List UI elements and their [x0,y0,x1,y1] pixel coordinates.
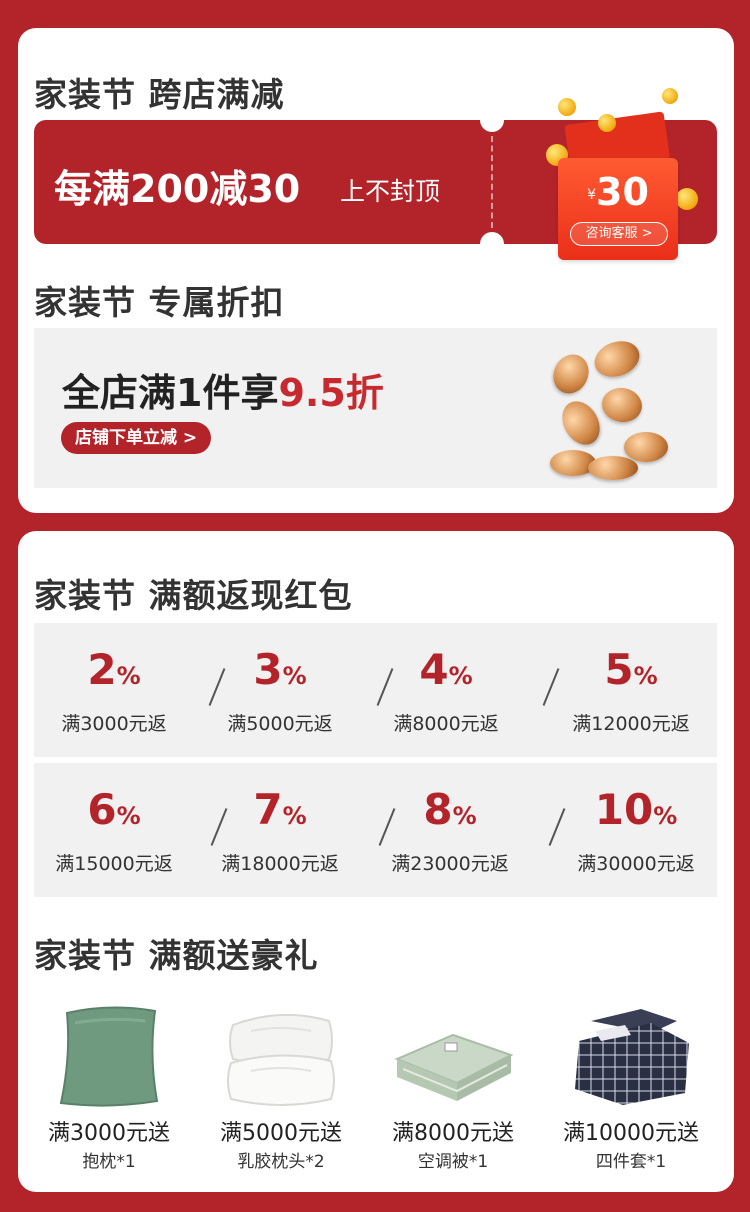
discount-heading: 家装节 专属折扣 [34,283,285,322]
promo-card-bottom: 家装节 满额返现红包 2% 满3000元返 3% 满5000元返 4% 满800… [18,531,734,1192]
gift-condition: 满8000元送 [392,1121,514,1146]
cashback-percent: 10 [594,785,654,834]
cashback-tier: 2% 满3000元返 [34,623,194,757]
cashback-tier: 6% 满15000元返 [34,763,194,897]
cashback-condition: 满23000元返 [391,853,509,875]
cashback-condition: 满15000元返 [55,853,173,875]
percent-sign: % [452,802,477,830]
coupon-main-text: 每满200减30 [54,167,301,211]
consult-service-button[interactable]: 咨询客服 > [570,222,668,246]
gift-item[interactable]: 满8000元送 空调被*1 [368,991,538,1181]
gold-coin-icon [598,114,616,132]
discount-line-prefix: 全店满1件享 [62,371,279,415]
percent-sign: % [448,662,473,690]
cross-store-heading: 家装节 跨店满减 [34,75,285,114]
coupon-notch-bottom [480,232,504,244]
gift-item[interactable]: 满10000元送 四件套*1 [546,991,716,1181]
coin-icon [624,432,668,462]
cashback-percent: 6 [87,785,117,834]
gift-name: 空调被*1 [417,1152,489,1172]
coin-icon [588,456,638,480]
gifts-heading: 家装节 满额送豪礼 [34,936,319,975]
cashback-percent: 7 [253,785,283,834]
percent-sign: % [282,662,307,690]
coin-icon [589,335,645,383]
percent-sign: % [116,662,141,690]
cashback-condition: 满5000元返 [227,713,333,735]
cashback-percent: 8 [423,785,453,834]
coupon-divider [491,136,493,228]
bedding-set-icon [575,1009,689,1105]
gold-coin-icon [662,88,678,104]
falling-coins-icon [524,328,714,488]
order-discount-button[interactable]: 店铺下单立减 > [61,422,212,454]
coupon-sub-text: 上不封顶 [340,177,441,206]
gift-name: 乳胶枕头*2 [237,1152,325,1172]
cashback-percent: 5 [604,645,634,694]
cashback-condition: 满30000元返 [577,853,695,875]
discount-panel: 全店满1件享9.5折 店铺下单立减 > [34,328,717,488]
cashback-percent: 3 [253,645,283,694]
discount-rate: 9.5折 [278,371,384,415]
gift-name: 抱枕*1 [82,1152,136,1172]
gift-item[interactable]: 满3000元送 抱枕*1 [24,991,194,1181]
latex-pillow-icon [227,1013,335,1106]
gift-condition: 满3000元送 [48,1121,170,1146]
discount-line: 全店满1件享9.5折 [62,362,384,417]
percent-sign: % [116,802,141,830]
amount-value: 30 [596,170,649,214]
cashback-condition: 满3000元返 [61,713,167,735]
cashback-condition: 满18000元返 [221,853,339,875]
cashback-percent: 2 [87,645,117,694]
promo-card-top: 家装节 跨店满减 每满200减30 上不封顶 ¥30 咨询客服 > 家装节 专属… [18,28,734,513]
cashback-tier: 4% 满8000元返 [366,623,526,757]
percent-sign: % [653,802,678,830]
currency-symbol: ¥ [587,187,597,203]
coupon-amount: ¥30 [558,170,678,214]
cashback-condition: 满12000元返 [572,713,690,735]
gift-item[interactable]: 满5000元送 乳胶枕头*2 [196,991,366,1181]
gift-name: 四件套*1 [595,1152,667,1172]
coin-icon [554,394,608,452]
pillow-icon [59,1006,159,1107]
cashback-tier: 5% 满12000元返 [551,623,711,757]
cashback-tier: 7% 满18000元返 [200,763,360,897]
coin-icon [599,384,645,426]
cashback-tier: 3% 满5000元返 [200,623,360,757]
coupon-notch-top [480,120,504,132]
red-envelope-icon[interactable]: ¥30 咨询客服 > [538,78,698,260]
cashback-row-2: 6% 满15000元返 7% 满18000元返 8% 满23000元返 10% … [34,763,717,897]
quilt-icon [394,1033,514,1101]
cashback-percent: 4 [419,645,449,694]
gift-condition: 满5000元送 [220,1121,342,1146]
coin-icon [547,348,595,400]
cashback-tier: 8% 满23000元返 [370,763,530,897]
gold-coin-icon [676,188,698,210]
percent-sign: % [282,802,307,830]
cashback-condition: 满8000元返 [393,713,499,735]
gold-coin-icon [558,98,576,116]
percent-sign: % [633,662,658,690]
cashback-tier: 10% 满30000元返 [556,763,716,897]
gift-condition: 满10000元送 [563,1121,699,1146]
cashback-heading: 家装节 满额返现红包 [34,576,353,615]
cashback-row-1: 2% 满3000元返 3% 满5000元返 4% 满8000元返 5% 满120… [34,623,717,757]
